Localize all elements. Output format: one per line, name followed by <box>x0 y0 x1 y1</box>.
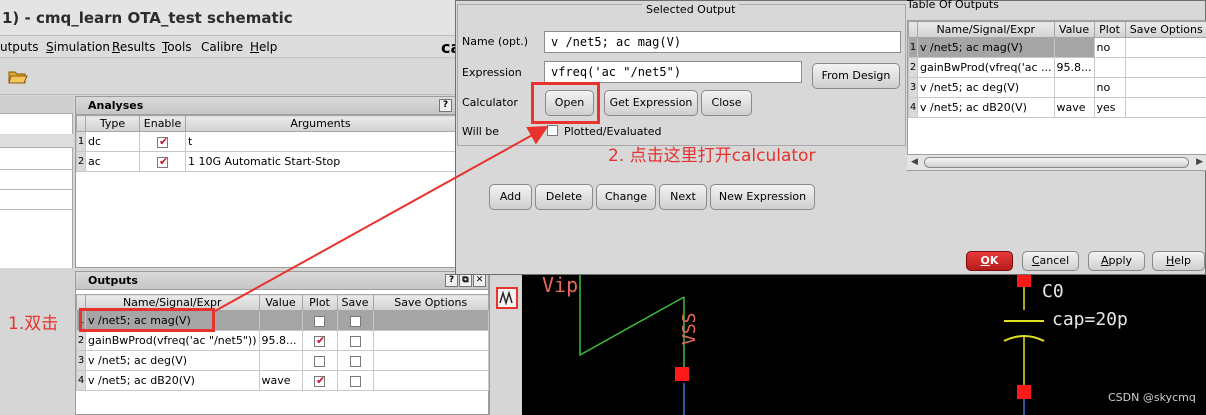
annotation-step1: 1.双击 <box>8 314 59 334</box>
annotation-arrows <box>214 126 549 312</box>
annotation-step2: 2. 点击这里打开calculator <box>608 146 816 166</box>
watermark: CSDN @skycmq <box>1108 391 1196 404</box>
